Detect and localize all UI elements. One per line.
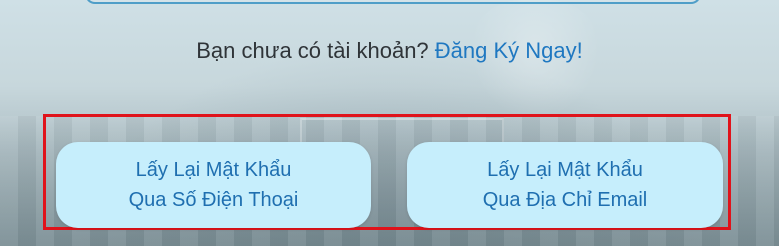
recover-by-phone-button[interactable]: Lấy Lại Mật Khẩu Qua Số Điện Thoại bbox=[56, 142, 371, 228]
recover-by-email-button[interactable]: Lấy Lại Mật Khẩu Qua Địa Chỉ Email bbox=[407, 142, 723, 228]
recover-by-phone-line2: Qua Số Điện Thoại bbox=[128, 189, 299, 211]
login-panel-background: Bạn chưa có tài khoản? Đăng Ký Ngay! Lấy… bbox=[0, 0, 779, 246]
signup-prompt-line: Bạn chưa có tài khoản? Đăng Ký Ngay! bbox=[0, 38, 779, 64]
recover-by-email-line1: Lấy Lại Mật Khẩu bbox=[487, 159, 643, 181]
signup-now-link[interactable]: Đăng Ký Ngay! bbox=[435, 38, 583, 63]
signup-prompt-text: Bạn chưa có tài khoản? bbox=[196, 38, 429, 63]
recover-by-email-line2: Qua Địa Chỉ Email bbox=[482, 189, 648, 211]
previous-field-edge[interactable] bbox=[85, 0, 701, 4]
recover-by-phone-line1: Lấy Lại Mật Khẩu bbox=[135, 159, 292, 181]
